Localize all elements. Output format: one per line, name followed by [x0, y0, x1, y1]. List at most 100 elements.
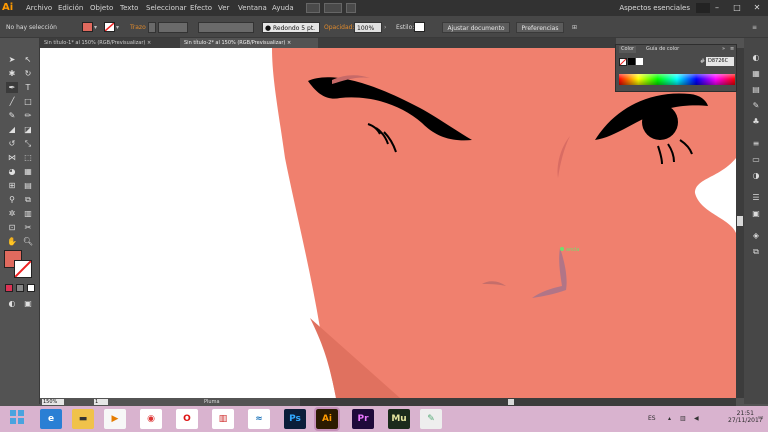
workspace-switcher[interactable]: Aspectos esenciales	[619, 0, 690, 16]
maximize-icon[interactable]: □	[728, 2, 746, 13]
variable-width-dropdown[interactable]	[198, 22, 254, 33]
brushes-icon[interactable]: ✎	[750, 100, 762, 111]
bridge-button[interactable]	[306, 3, 320, 13]
tray-chevron-icon[interactable]: ▴	[668, 415, 671, 422]
lasso-icon[interactable]: ↻	[22, 68, 34, 79]
gradient-tool-icon[interactable]: ▤	[22, 180, 34, 191]
color-panel-icon[interactable]: ◐	[750, 52, 762, 63]
artboard-tool-icon[interactable]: ⊡	[6, 222, 18, 233]
blob-brush-icon[interactable]: ◢	[6, 124, 18, 135]
file-explorer-icon[interactable]: ▬	[72, 409, 94, 429]
illustrator-icon[interactable]: Ai	[314, 407, 340, 431]
stroke-swatch[interactable]	[104, 22, 115, 32]
page-field[interactable]: 1	[94, 399, 108, 405]
arrange-documents-button[interactable]	[324, 3, 342, 13]
rectangle-tool-icon[interactable]: □	[22, 96, 34, 107]
style-swatch[interactable]	[414, 22, 425, 32]
minimize-icon[interactable]: –	[708, 2, 726, 13]
zoom-tool-icon[interactable]: 🔍︎	[22, 236, 34, 247]
magic-wand-icon[interactable]: ✱	[6, 68, 18, 79]
pencil-icon[interactable]: ✏	[22, 110, 34, 121]
slice-tool-icon[interactable]: ✂	[22, 222, 34, 233]
fill-swatch[interactable]	[82, 22, 93, 32]
color-mode-icon[interactable]	[5, 284, 13, 292]
vertical-scroll-thumb[interactable]	[737, 216, 743, 226]
brush-dropdown[interactable]: ● Redondo 5 pt.	[262, 22, 320, 33]
gradient-mode-icon[interactable]	[16, 284, 24, 292]
premiere-icon[interactable]: Pr	[352, 409, 374, 429]
line-tool-icon[interactable]: ╱	[6, 96, 18, 107]
horizontal-scrollbar[interactable]	[300, 398, 736, 406]
paint-icon[interactable]: ✎	[420, 409, 442, 429]
media-player-icon[interactable]: ▶	[104, 409, 126, 429]
color-guide-icon[interactable]: ▦	[750, 68, 762, 79]
panel-menu-icon[interactable]: ≡	[730, 46, 734, 53]
chevron-down-icon[interactable]: ▾	[116, 22, 119, 33]
stroke-weight-field[interactable]	[158, 22, 188, 33]
menu-texto[interactable]: Texto	[120, 0, 138, 16]
stroke-panel-icon[interactable]: ≡	[750, 138, 762, 149]
panel-menu-icon[interactable]: ≡	[752, 22, 757, 33]
menu-seleccionar[interactable]: Seleccionar	[146, 0, 187, 16]
menu-efecto[interactable]: Efecto	[190, 0, 212, 16]
horizontal-scroll-thumb[interactable]	[508, 399, 514, 405]
mesh-tool-icon[interactable]: ⊞	[6, 180, 18, 191]
notifications-icon[interactable]: ▭	[758, 414, 764, 421]
appearance-icon[interactable]: ☰	[750, 192, 762, 203]
opacity-field[interactable]: 100%	[354, 22, 382, 33]
gradient-panel-icon[interactable]: ▭	[750, 154, 762, 165]
network-app-icon[interactable]: ≈	[248, 409, 270, 429]
menu-ventana[interactable]: Ventana	[238, 0, 267, 16]
align-icon[interactable]: ⊞	[572, 22, 577, 33]
transparency-icon[interactable]: ◑	[750, 170, 762, 181]
close-icon[interactable]: ×	[287, 40, 291, 46]
photoshop-icon[interactable]: Ps	[284, 409, 306, 429]
type-tool-icon[interactable]: T	[22, 82, 34, 93]
menu-archivo[interactable]: Archivo	[26, 0, 52, 16]
stroke-indicator[interactable]	[619, 58, 627, 66]
layers-icon[interactable]: ◈	[750, 230, 762, 241]
preferences-button[interactable]: Preferencias	[516, 22, 564, 33]
popcorn-icon[interactable]: ▥	[212, 409, 234, 429]
close-icon[interactable]: ✕	[748, 2, 766, 13]
direct-selection-tool-icon[interactable]: ↖	[22, 54, 34, 65]
stroke-stepper[interactable]	[148, 22, 156, 33]
adjust-document-button[interactable]: Ajustar documento	[442, 22, 510, 33]
tab-color-guide[interactable]: Guía de color	[646, 46, 679, 53]
eraser-icon[interactable]: ◪	[22, 124, 34, 135]
menu-edicion[interactable]: Edición	[58, 0, 83, 16]
tab-color[interactable]: Color	[619, 46, 637, 53]
swatches-icon[interactable]: ▤	[750, 84, 762, 95]
opera-icon[interactable]: O	[176, 409, 198, 429]
rotate-tool-icon[interactable]: ↺	[6, 138, 18, 149]
graph-tool-icon[interactable]: ▥	[22, 208, 34, 219]
artboard-canvas[interactable]: ancla	[40, 48, 736, 398]
volume-icon[interactable]: ◀	[694, 415, 699, 422]
rocket-icon[interactable]	[346, 3, 356, 13]
free-transform-icon[interactable]: ⬚	[22, 152, 34, 163]
width-tool-icon[interactable]: ⋈	[6, 152, 18, 163]
chrome-icon[interactable]: ◉	[140, 409, 162, 429]
tab-document-1[interactable]: Sin título-1* al 150% (RGB/Previsualizar…	[40, 38, 178, 48]
hand-tool-icon[interactable]: ✋	[6, 236, 18, 247]
symbols-icon[interactable]: ♣	[750, 116, 762, 127]
paintbrush-icon[interactable]: ✎	[6, 110, 18, 121]
panel-collapse-icon[interactable]: »	[722, 46, 725, 53]
white-swatch[interactable]	[636, 58, 643, 65]
draw-normal-icon[interactable]: ◐	[6, 298, 18, 309]
menu-ver[interactable]: Ver	[218, 0, 229, 16]
artboards-icon[interactable]: ⧉	[750, 246, 762, 257]
tab-document-2[interactable]: Sin título-2* al 150% (RGB/Previsualizar…	[180, 38, 318, 48]
perspective-grid-icon[interactable]: ▦	[22, 166, 34, 177]
internet-explorer-icon[interactable]: e	[40, 409, 62, 429]
stroke-color-box[interactable]	[14, 260, 32, 278]
color-spectrum[interactable]	[619, 74, 735, 85]
selection-tool-icon[interactable]: ➤	[6, 54, 18, 65]
black-swatch[interactable]	[628, 58, 635, 65]
chevron-right-icon[interactable]: ›	[384, 22, 386, 33]
chevron-down-icon[interactable]: ▾	[94, 22, 97, 33]
graphic-styles-icon[interactable]: ▣	[750, 208, 762, 219]
hex-input[interactable]: D8726C	[706, 57, 734, 66]
start-button[interactable]	[6, 409, 28, 429]
language-indicator[interactable]: ES	[648, 415, 656, 422]
